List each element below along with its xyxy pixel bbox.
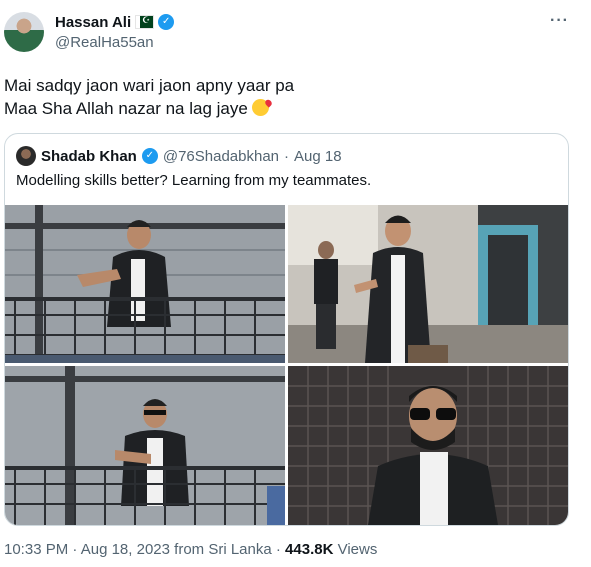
quoted-verified-badge-icon[interactable]: ✓ (141, 148, 158, 164)
kiss-emoji-icon (251, 99, 269, 116)
meta-separator-2: · (275, 541, 281, 558)
tweet-location: from Sri Lanka (174, 541, 272, 558)
photo-sunglasses[interactable] (288, 366, 568, 525)
photo-street[interactable] (288, 205, 568, 363)
tweet-meta: 10:33 PM · Aug 18, 2023 from Sri Lanka ·… (4, 541, 377, 558)
quoted-tweet[interactable]: Shadab Khan ✓ @76Shadabkhan · Aug 18 Mod… (4, 133, 569, 526)
views-count: 443.8K (285, 541, 334, 558)
quoted-date[interactable]: Aug 18 (294, 148, 342, 165)
tweet-line-1: Mai sadqy jaon wari jaon apny yaar pa (4, 76, 295, 95)
meta-separator-1: · (72, 541, 78, 558)
more-options-icon[interactable]: ··· (550, 12, 569, 30)
tweet-card: Hassan Ali ✓ @RealHa55an ··· Mai sadqy j… (0, 0, 591, 567)
tweet-time[interactable]: 10:33 PM (4, 541, 68, 558)
quoted-separator: · (284, 147, 290, 165)
quoted-tweet-text: Modelling skills better? Learning from m… (16, 172, 372, 189)
pakistan-flag-icon (135, 15, 155, 29)
photo-balcony-2[interactable] (5, 366, 285, 525)
author-handle[interactable]: @RealHa55an (55, 34, 174, 51)
verified-badge-icon[interactable]: ✓ (158, 14, 175, 30)
views-label: Views (337, 541, 378, 558)
tweet-header: Hassan Ali ✓ @RealHa55an (55, 13, 175, 51)
photo-balcony-1[interactable] (5, 205, 285, 363)
author-name[interactable]: Hassan Ali (55, 14, 131, 31)
tweet-line-2: Maa Sha Allah nazar na lag jaye (4, 97, 294, 120)
photo-grid (5, 205, 568, 525)
quoted-author-avatar[interactable] (16, 146, 36, 166)
quoted-author-name[interactable]: Shadab Khan (41, 148, 137, 165)
quoted-author-handle[interactable]: @76Shadabkhan (163, 148, 279, 165)
name-row: Hassan Ali ✓ (55, 13, 175, 31)
tweet-line-2-text: Maa Sha Allah nazar na lag jaye (4, 99, 248, 118)
author-avatar[interactable] (4, 12, 44, 52)
tweet-date[interactable]: Aug 18, 2023 (81, 541, 170, 558)
quoted-tweet-header: Shadab Khan ✓ @76Shadabkhan · Aug 18 (16, 146, 342, 166)
tweet-text: Mai sadqy jaon wari jaon apny yaar pa Ma… (4, 74, 294, 120)
